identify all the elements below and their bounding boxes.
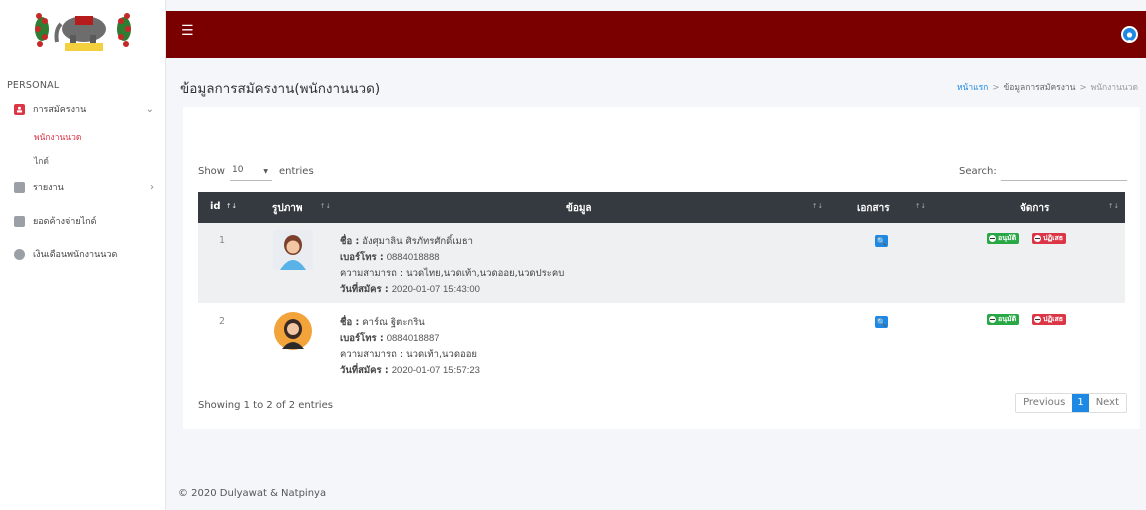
coin-icon bbox=[14, 248, 25, 260]
sidebar-item-masseuse-salary[interactable]: เงินเดือนพนักงานนวด bbox=[0, 247, 166, 261]
chevron-down-icon: ⌄ bbox=[145, 103, 154, 115]
reject-button[interactable]: ปฏิเสธ bbox=[1032, 233, 1067, 244]
row-id: 2 bbox=[219, 316, 226, 327]
receipt-icon bbox=[14, 215, 25, 227]
column-header-manage[interactable]: จัดการ bbox=[1020, 201, 1049, 216]
sidebar-section-title: PERSONAL bbox=[7, 80, 60, 91]
applicant-photo bbox=[273, 230, 313, 270]
sidebar-item-label: ยอดค้างจ่ายไกด์ bbox=[33, 217, 97, 227]
applicant-phone: 0884018888 bbox=[386, 252, 440, 263]
sidebar-subitem-guide[interactable]: ไกด์ bbox=[34, 154, 49, 168]
reject-button[interactable]: ปฏิเสธ bbox=[1032, 314, 1067, 325]
breadcrumb-separator: > bbox=[992, 83, 1000, 93]
skill-label: ความสามารถ : bbox=[340, 268, 404, 279]
applicant-date: 2020-01-07 15:43:00 bbox=[391, 284, 480, 295]
view-document-icon[interactable]: 🔍 bbox=[875, 316, 888, 328]
column-header-image[interactable]: รูปภาพ bbox=[272, 201, 303, 216]
page-length-select[interactable]: 10 ▼ bbox=[230, 165, 272, 181]
approve-label: อนุมัติ bbox=[998, 234, 1017, 242]
sort-icon[interactable]: ↑↓ bbox=[320, 202, 331, 210]
chart-icon bbox=[14, 181, 25, 193]
applications-card: Show 10 ▼ entries Search: id ↑↓ รูปภาพ ↑↓… bbox=[183, 107, 1140, 429]
reject-label: ปฏิเสธ bbox=[1043, 315, 1064, 323]
phone-label: เบอร์โทร : bbox=[340, 333, 384, 344]
minus-circle-icon bbox=[1034, 316, 1041, 323]
sidebar-item-label: การสมัครงาน bbox=[33, 105, 87, 115]
sort-icon[interactable]: ↑↓ bbox=[915, 202, 926, 210]
reject-label: ปฏิเสธ bbox=[1043, 234, 1064, 242]
sidebar: PERSONAL การสมัครงาน ⌄ พนักงานนวด ไกด์ ร… bbox=[0, 0, 166, 510]
row-id: 1 bbox=[219, 235, 226, 246]
previous-page-button[interactable]: Previous bbox=[1016, 394, 1072, 412]
breadcrumb-home-link[interactable]: หน้าแรก bbox=[957, 83, 988, 93]
minus-circle-icon bbox=[989, 235, 996, 242]
breadcrumb-current: พนักงานนวด bbox=[1090, 83, 1138, 93]
page-title: ข้อมูลการสมัครงาน(พนักงานนวด) bbox=[180, 81, 381, 97]
phone-label: เบอร์โทร : bbox=[340, 252, 384, 263]
applicant-info: ชื่อ : อังศุมาลิน ศิรภัทรศักดิ์เมธา เบอร… bbox=[340, 234, 564, 298]
view-document-icon[interactable]: 🔍 bbox=[875, 235, 888, 247]
column-header-documents[interactable]: เอกสาร bbox=[857, 201, 890, 216]
table-row: 2 ชื่อ : คาร์ณ ฐิตะกริน เบอร์โทร : 08840… bbox=[198, 304, 1125, 384]
chevron-right-icon: › bbox=[150, 181, 154, 193]
breadcrumb: หน้าแรก > ข้อมูลการสมัครงาน > พนักงานนวด bbox=[957, 80, 1138, 94]
applicant-name: อังศุมาลิน ศิรภัทรศักดิ์เมธา bbox=[362, 236, 473, 247]
sidebar-item-guide-outstanding[interactable]: ยอดค้างจ่ายไกด์ bbox=[0, 214, 166, 228]
applicant-skills: นวดเท้า,นวดออย bbox=[406, 349, 477, 360]
sidebar-item-job-application[interactable]: การสมัครงาน ⌄ bbox=[0, 102, 166, 116]
sidebar-item-report[interactable]: รายงาน › bbox=[0, 180, 166, 194]
skill-label: ความสามารถ : bbox=[340, 349, 404, 360]
sort-asc-icon[interactable]: ↑↓ bbox=[226, 202, 237, 210]
column-header-id[interactable]: id bbox=[210, 201, 221, 212]
minus-circle-icon bbox=[1034, 235, 1041, 242]
date-label: วันที่สมัคร : bbox=[340, 284, 389, 295]
menu-toggle-icon[interactable]: ☰ bbox=[181, 23, 194, 39]
top-navbar: ☰ bbox=[166, 11, 1146, 58]
approve-button[interactable]: อนุมัติ bbox=[987, 233, 1020, 244]
applicant-name: คาร์ณ ฐิตะกริน bbox=[362, 317, 425, 328]
sidebar-subitem-masseuse[interactable]: พนักงานนวด bbox=[34, 130, 81, 144]
applicant-info: ชื่อ : คาร์ณ ฐิตะกริน เบอร์โทร : 0884018… bbox=[340, 315, 480, 379]
user-avatar[interactable] bbox=[1121, 26, 1138, 43]
name-label: ชื่อ : bbox=[340, 236, 360, 247]
pagination: Previous 1 Next bbox=[1015, 393, 1127, 413]
name-label: ชื่อ : bbox=[340, 317, 360, 328]
minus-circle-icon bbox=[989, 316, 996, 323]
page-length-value: 10 bbox=[232, 165, 244, 175]
table-row: 1 ชื่อ : อังศุมาลิน ศิรภัทรศักดิ์เมธา เบ… bbox=[198, 223, 1125, 303]
sidebar-item-label: รายงาน bbox=[33, 183, 64, 193]
page-1-button[interactable]: 1 bbox=[1072, 394, 1089, 412]
applicant-photo bbox=[273, 311, 313, 351]
search-label: Search: bbox=[959, 166, 997, 177]
applicant-skills: นวดไทย,นวดเท้า,นวดออย,นวดประคบ bbox=[406, 268, 565, 279]
table-info: Showing 1 to 2 of 2 entries bbox=[198, 400, 333, 411]
user-card-icon bbox=[14, 103, 25, 115]
show-label: Show bbox=[198, 166, 225, 177]
applicant-date: 2020-01-07 15:57:23 bbox=[391, 365, 480, 376]
approve-label: อนุมัติ bbox=[998, 315, 1017, 323]
search-input[interactable] bbox=[1001, 165, 1127, 181]
date-label: วันที่สมัคร : bbox=[340, 365, 389, 376]
sort-icon[interactable]: ↑↓ bbox=[812, 202, 823, 210]
table-header: id ↑↓ รูปภาพ ↑↓ ข้อมูล ↑↓ เอกสาร ↑↓ จัดก… bbox=[198, 192, 1125, 223]
breadcrumb-middle[interactable]: ข้อมูลการสมัครงาน bbox=[1003, 83, 1075, 93]
brand-logo[interactable] bbox=[0, 0, 165, 60]
sidebar-item-label: เงินเดือนพนักงานนวด bbox=[33, 250, 118, 260]
approve-button[interactable]: อนุมัติ bbox=[987, 314, 1020, 325]
next-page-button[interactable]: Next bbox=[1089, 394, 1126, 412]
entries-label: entries bbox=[279, 166, 314, 177]
footer-copyright: © 2020 Dulyawat & Natpinya bbox=[178, 488, 327, 499]
breadcrumb-separator: > bbox=[1079, 83, 1087, 93]
column-header-info[interactable]: ข้อมูล bbox=[566, 201, 592, 216]
sort-icon[interactable]: ↑↓ bbox=[1108, 202, 1119, 210]
applicant-phone: 0884018887 bbox=[386, 333, 440, 344]
elephant-logo-icon bbox=[34, 13, 131, 51]
caret-down-icon: ▼ bbox=[263, 168, 268, 175]
